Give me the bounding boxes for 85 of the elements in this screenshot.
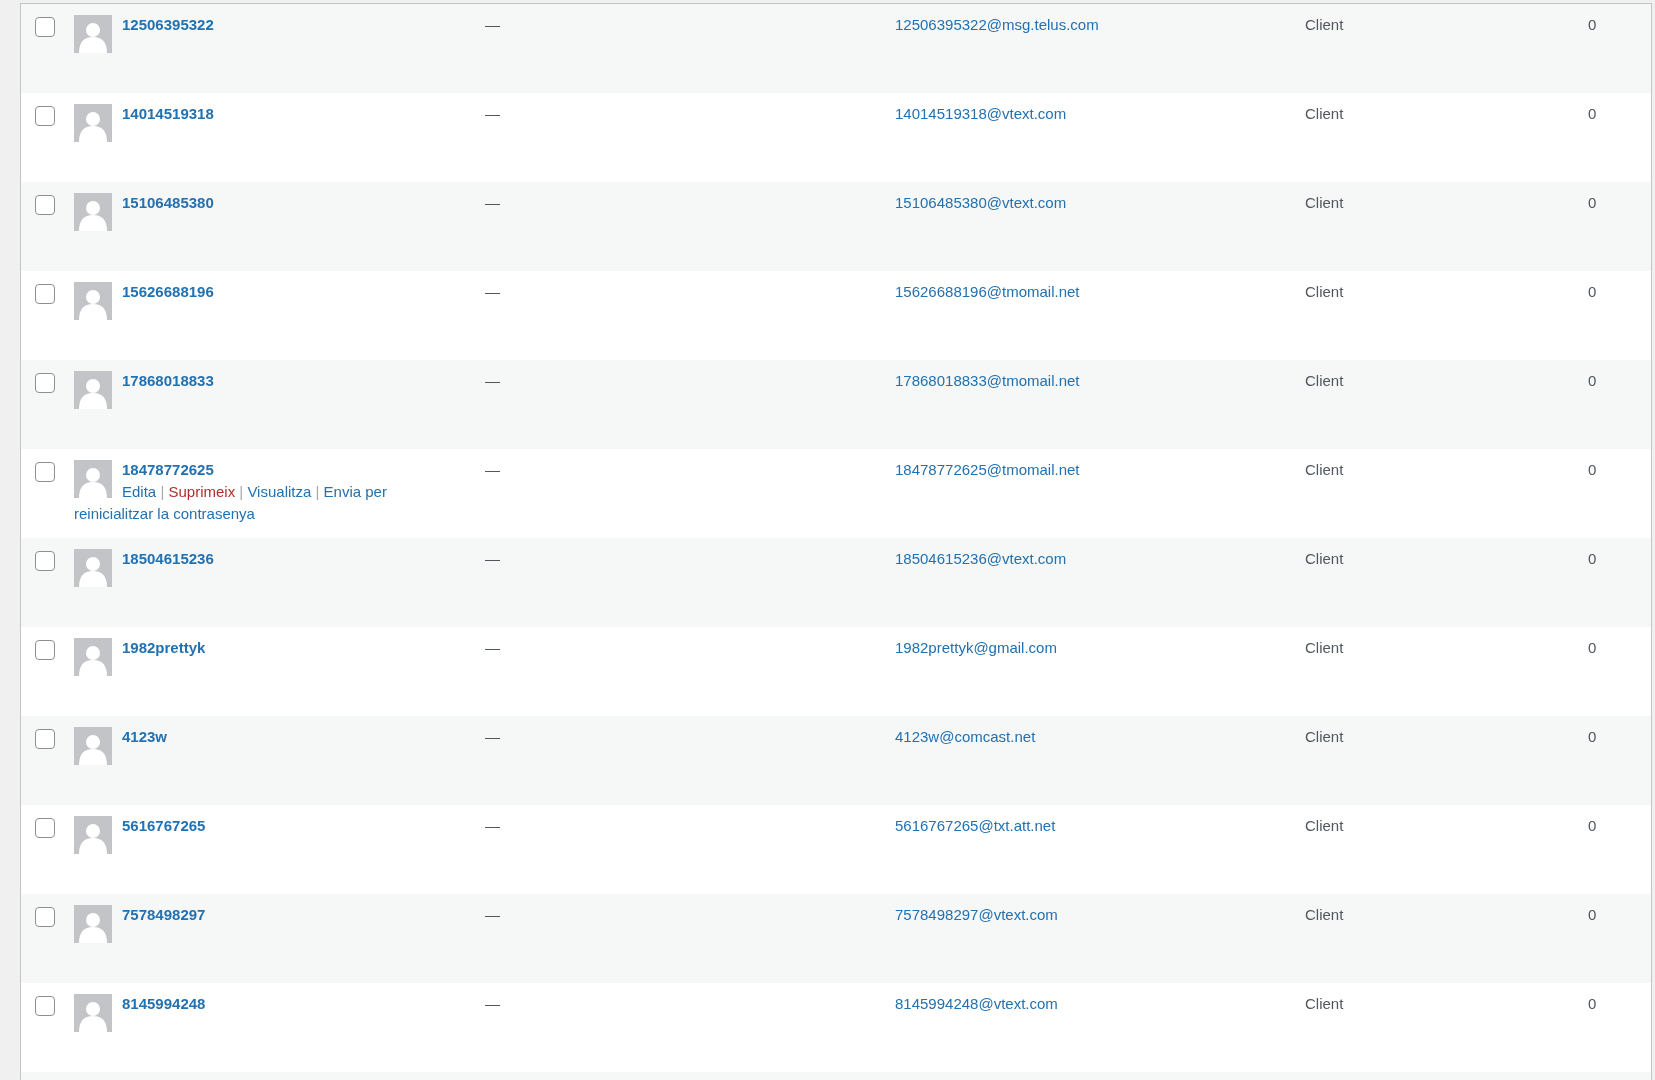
posts-count: 0: [1588, 16, 1597, 33]
posts-count: 0: [1588, 995, 1597, 1012]
avatar-icon: [74, 282, 112, 320]
posts-count: 0: [1588, 817, 1597, 834]
username-link[interactable]: 15626688196: [122, 281, 214, 303]
username-link[interactable]: 18478772625: [122, 459, 214, 481]
email-link[interactable]: 15106485380@vtext.com: [895, 194, 1067, 211]
email-link[interactable]: 18504615236@vtext.com: [895, 550, 1067, 567]
role-cell: Client: [1305, 372, 1344, 389]
email-link[interactable]: 14014519318@vtext.com: [895, 105, 1067, 122]
posts-count: 0: [1588, 639, 1597, 656]
avatar-icon: [74, 549, 112, 587]
name-cell: —: [485, 639, 500, 656]
name-cell: —: [485, 728, 500, 745]
avatar-icon: [74, 816, 112, 854]
posts-count: 0: [1588, 372, 1597, 389]
role-cell: Client: [1305, 194, 1344, 211]
role-cell: Client: [1305, 728, 1344, 745]
posts-count: 0: [1588, 283, 1597, 300]
email-link[interactable]: 8145994248@vtext.com: [895, 995, 1058, 1012]
username-link[interactable]: 1982prettyk: [122, 637, 206, 659]
username-link[interactable]: 18504615236: [122, 548, 214, 570]
email-link[interactable]: 12506395322@msg.telus.com: [895, 16, 1099, 33]
posts-count: 0: [1588, 550, 1597, 567]
avatar-icon: [74, 994, 112, 1032]
posts-count: 0: [1588, 461, 1597, 478]
name-cell: —: [485, 16, 500, 33]
row-checkbox[interactable]: [35, 907, 55, 927]
posts-count: 0: [1588, 906, 1597, 923]
email-link[interactable]: 17868018833@tmomail.net: [895, 372, 1080, 389]
avatar-icon: [74, 460, 112, 498]
role-cell: Client: [1305, 995, 1344, 1012]
role-cell: Client: [1305, 906, 1344, 923]
avatar-icon: [74, 104, 112, 142]
row-checkbox[interactable]: [35, 17, 55, 37]
row-checkbox[interactable]: [35, 729, 55, 749]
posts-count: 0: [1588, 728, 1597, 745]
avatar-icon: [74, 638, 112, 676]
row-checkbox[interactable]: [35, 996, 55, 1016]
name-cell: —: [485, 105, 500, 122]
posts-count: 0: [1588, 105, 1597, 122]
row-checkbox[interactable]: [35, 284, 55, 304]
name-cell: —: [485, 550, 500, 567]
email-link[interactable]: 7578498297@vtext.com: [895, 906, 1058, 923]
username-link[interactable]: 4123w: [122, 726, 168, 748]
name-cell: —: [485, 283, 500, 300]
avatar-icon: [74, 371, 112, 409]
email-link[interactable]: 4123w@comcast.net: [895, 728, 1036, 745]
role-cell: Client: [1305, 105, 1344, 122]
username-link[interactable]: 7578498297: [122, 904, 206, 926]
email-link[interactable]: 18478772625@tmomail.net: [895, 461, 1080, 478]
avatar-icon: [74, 15, 112, 53]
row-checkbox[interactable]: [35, 551, 55, 571]
name-cell: —: [485, 194, 500, 211]
role-cell: Client: [1305, 550, 1344, 567]
email-link[interactable]: 15626688196@tmomail.net: [895, 283, 1080, 300]
role-cell: Client: [1305, 461, 1344, 478]
email-link[interactable]: 1982prettyk@gmail.com: [895, 639, 1057, 656]
role-cell: Client: [1305, 817, 1344, 834]
role-cell: Client: [1305, 283, 1344, 300]
posts-count: 0: [1588, 194, 1597, 211]
username-link[interactable]: 5616767265: [122, 815, 206, 837]
avatar-icon: [74, 727, 112, 765]
username-link[interactable]: 12506395322: [122, 14, 214, 36]
username-link[interactable]: 14014519318: [122, 103, 214, 125]
row-actions[interactable]: Edita | Suprimeix | Visualitza | Envia per reinicialitzar la contrasenya: [74, 481, 465, 525]
row-checkbox[interactable]: [35, 640, 55, 660]
name-cell: —: [485, 906, 500, 923]
username-link[interactable]: 8145994248: [122, 993, 206, 1015]
row-checkbox[interactable]: [35, 195, 55, 215]
email-link[interactable]: 5616767265@txt.att.net: [895, 817, 1056, 834]
row-checkbox[interactable]: [35, 373, 55, 393]
row-checkbox[interactable]: [35, 462, 55, 482]
username-link[interactable]: 15106485380: [122, 192, 214, 214]
avatar-icon: [74, 193, 112, 231]
name-cell: —: [485, 461, 500, 478]
row-checkbox[interactable]: [35, 818, 55, 838]
name-cell: —: [485, 372, 500, 389]
username-link[interactable]: 17868018833: [122, 370, 214, 392]
name-cell: —: [485, 995, 500, 1012]
avatar-icon: [74, 905, 112, 943]
row-checkbox[interactable]: [35, 106, 55, 126]
name-cell: —: [485, 817, 500, 834]
role-cell: Client: [1305, 16, 1344, 33]
role-cell: Client: [1305, 639, 1344, 656]
